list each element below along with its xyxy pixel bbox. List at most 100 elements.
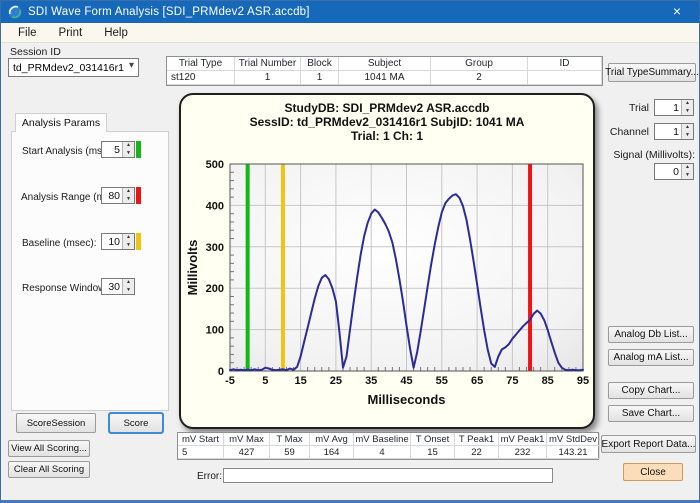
svg-text:15: 15 (294, 375, 306, 387)
close-button[interactable]: Close (623, 463, 683, 481)
results-cell-t-onset: 15 (411, 446, 455, 459)
signal-label: Signal (Millivolts): (581, 149, 695, 161)
results-cell-mv-max: 427 (224, 446, 270, 459)
svg-text:100: 100 (206, 325, 224, 337)
view-all-scoring-button[interactable]: View All Scoring... (8, 440, 90, 457)
error-field[interactable] (223, 468, 553, 483)
results-cell-mv-peak1: 232 (499, 446, 547, 459)
trials-cell-block: 1 (301, 71, 339, 85)
spinner-arrows-icon[interactable] (681, 124, 693, 139)
spinner-arrows-icon[interactable] (122, 142, 134, 157)
results-cell-mv-avg: 164 (310, 446, 354, 459)
svg-text:25: 25 (330, 375, 342, 387)
trials-col-header: ID (528, 57, 602, 71)
app-icon (8, 5, 22, 19)
spinner-arrows-icon[interactable] (122, 279, 134, 294)
session-id-label: Session ID (10, 46, 61, 58)
waveform-chart-svg: -551525354555657585950100200300400500Mil… (181, 95, 593, 427)
trials-cell-trial-type: st120 (167, 71, 235, 85)
close-window-icon[interactable]: × (655, 1, 699, 23)
channel-label: Channel (591, 126, 649, 138)
results-col-header: mV Baseline (354, 433, 411, 446)
svg-text:95: 95 (577, 375, 589, 387)
clear-all-scoring-button[interactable]: Clear All Scoring (8, 461, 90, 478)
results-col-header: mV Avg (310, 433, 354, 446)
menu-bar: File Print Help (1, 23, 699, 43)
menu-help[interactable]: Help (95, 25, 137, 41)
session-id-value: td_PRMdev2_031416r1 (13, 62, 124, 74)
menu-print[interactable]: Print (50, 25, 92, 41)
spinner-arrows-icon[interactable] (681, 100, 693, 115)
results-col-header: T Onset (411, 433, 455, 446)
signal-spinner[interactable]: 0 (654, 163, 694, 180)
svg-text:55: 55 (436, 375, 448, 387)
session-id-select[interactable]: td_PRMdev2_031416r1 ▾ (8, 58, 139, 77)
trial-label: Trial (591, 102, 649, 114)
x-axis-title: Milliseconds (367, 392, 445, 407)
spinner-arrows-icon[interactable] (122, 188, 134, 203)
results-col-header: T Max (270, 433, 310, 446)
trials-cell-subject: 1041 MA (339, 71, 431, 85)
trial-type-summary-button[interactable]: Trial TypeSummary... (608, 63, 696, 82)
analysis-range-value: 80 (102, 188, 122, 203)
svg-text:500: 500 (206, 159, 224, 171)
baseline-label: Baseline (msec): (22, 238, 96, 249)
results-col-header: T Peak1 (455, 433, 499, 446)
title-bar: SDI Wave Form Analysis [SDI_PRMdev2 ASR.… (1, 1, 699, 23)
trials-grid: Trial Type Trial Number Block Subject Gr… (166, 56, 603, 86)
analog-ma-list-button[interactable]: Analog mA List... (608, 349, 694, 366)
waveform-chart-panel: StudyDB: SDI_PRMdev2 ASR.accdb SessID: t… (179, 93, 595, 429)
results-col-header: mV StdDev (547, 433, 600, 446)
results-col-header: mV Peak1 (499, 433, 547, 446)
trials-col-header: Block (301, 57, 339, 71)
channel-spinner[interactable]: 1 (654, 123, 694, 140)
svg-text:0: 0 (218, 366, 224, 378)
analog-db-list-button[interactable]: Analog Db List... (608, 326, 694, 343)
start-analysis-spinner[interactable]: 5 (101, 141, 135, 158)
score-button[interactable]: Score (109, 413, 163, 433)
baseline-value: 10 (102, 234, 122, 249)
trials-cell-group: 2 (431, 71, 528, 85)
trials-col-header: Group (431, 57, 528, 71)
svg-text:75: 75 (506, 375, 518, 387)
copy-chart-button[interactable]: Copy Chart... (608, 382, 694, 399)
trials-cell-trial-number: 1 (235, 71, 301, 85)
results-cell-t-max: 59 (270, 446, 310, 459)
signal-spinner-value: 0 (655, 164, 681, 179)
spinner-arrows-icon[interactable] (681, 164, 693, 179)
trials-col-header: Subject (339, 57, 431, 71)
save-chart-button[interactable]: Save Chart... (608, 405, 694, 422)
results-cell-mv-baseline: 4 (354, 446, 411, 459)
spinner-arrows-icon[interactable] (122, 234, 134, 249)
analysis-range-spinner[interactable]: 80 (101, 187, 135, 204)
trial-spinner-value: 1 (655, 100, 681, 115)
error-label: Error: (197, 471, 222, 482)
results-grid: mV Start mV Max T Max mV Avg mV Baseline… (177, 432, 599, 460)
export-report-data-button[interactable]: Export Report Data... (601, 435, 696, 453)
svg-text:65: 65 (471, 375, 483, 387)
svg-text:400: 400 (206, 200, 224, 212)
trial-spinner[interactable]: 1 (654, 99, 694, 116)
results-col-header: mV Start (178, 433, 224, 446)
results-cell-mv-start: 5 (178, 446, 224, 459)
score-session-button[interactable]: ScoreSession (16, 413, 96, 433)
results-cell-t-peak1: 22 (455, 446, 499, 459)
y-axis-title: Millivolts (185, 240, 200, 296)
trials-cell-id (528, 71, 602, 85)
menu-file[interactable]: File (9, 25, 46, 41)
trials-col-header: Trial Number (235, 57, 301, 71)
baseline-spinner[interactable]: 10 (101, 233, 135, 250)
svg-text:85: 85 (542, 375, 554, 387)
channel-spinner-value: 1 (655, 124, 681, 139)
response-window-spinner[interactable]: 30 (101, 278, 135, 295)
start-analysis-value: 5 (102, 142, 122, 157)
svg-text:200: 200 (206, 283, 224, 295)
trials-col-header: Trial Type (167, 57, 235, 71)
window-title: SDI Wave Form Analysis [SDI_PRMdev2 ASR.… (28, 6, 310, 18)
response-window-label: Response Window: (22, 283, 108, 294)
analysis-range-marker-swatch (136, 187, 141, 204)
baseline-marker-swatch (136, 233, 141, 250)
results-col-header: mV Max (224, 433, 270, 446)
svg-text:-5: -5 (225, 375, 235, 387)
tab-analysis-params[interactable]: Analysis Params (15, 113, 107, 132)
